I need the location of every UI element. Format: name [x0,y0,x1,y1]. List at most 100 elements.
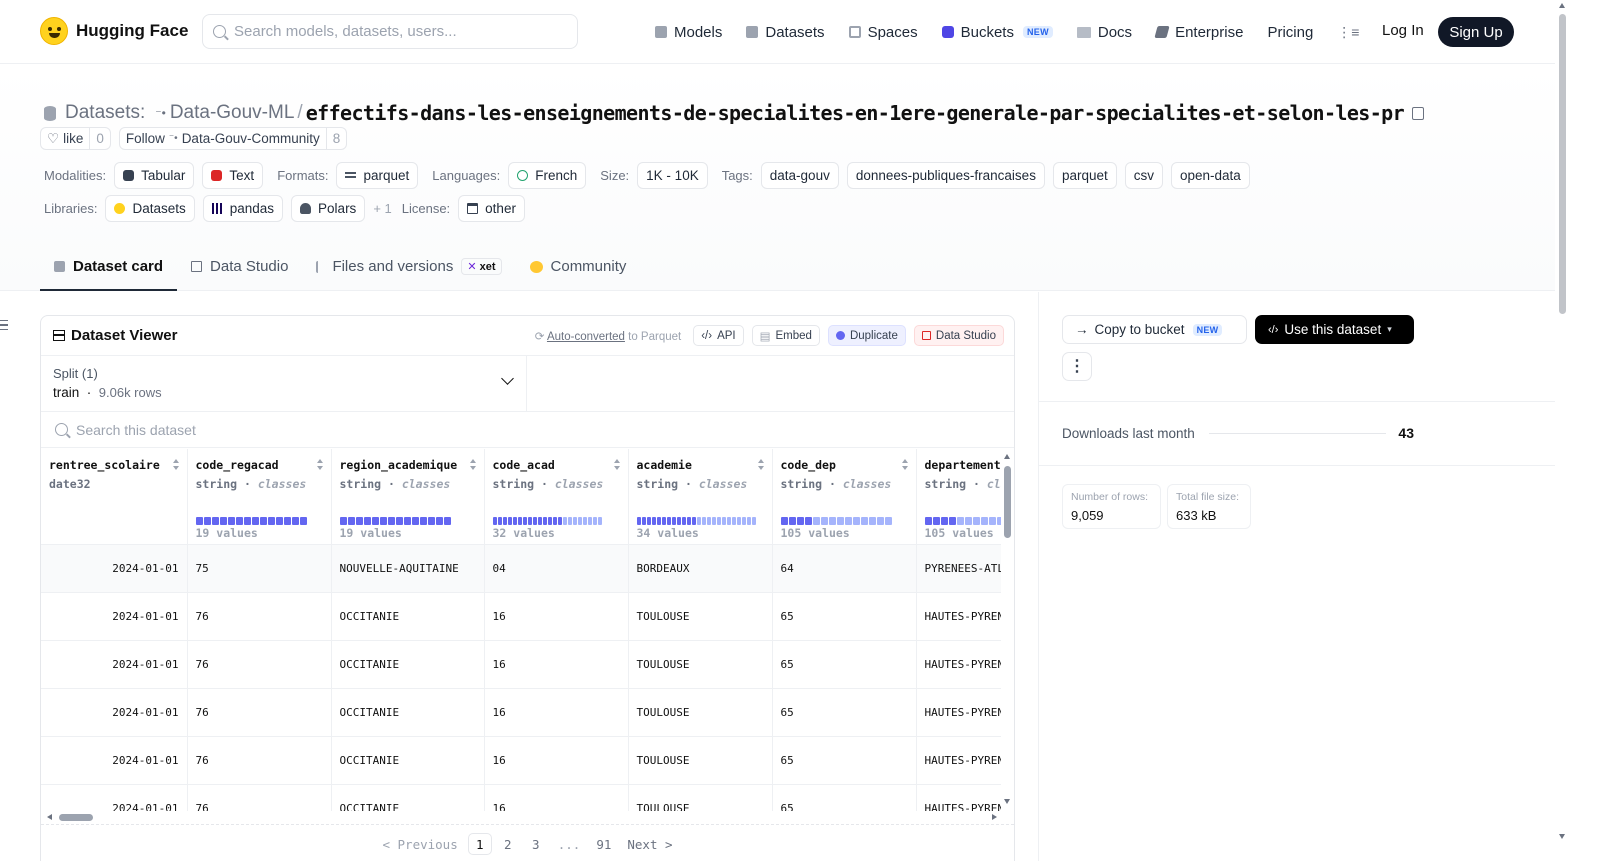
tag-csv[interactable]: csv [1124,161,1163,189]
api-button[interactable]: ‹/› API [693,325,744,346]
table-cell: 76 [187,640,332,689]
downloads-sparkline [1208,432,1387,434]
table-row[interactable]: 2024-01-01 76 OCCITANIE 16 TOULOUSE 65 HAUTES-… [41,640,1001,689]
page-scroll-thumb[interactable] [1559,14,1566,314]
metadata-row-1: Modalities: Tabular Text Formats: parque… [44,161,1258,189]
tag-data-gouv[interactable]: data-gouv [760,161,839,189]
dataset-search-input[interactable] [76,421,476,438]
table-row[interactable]: 2024-01-01 76 OCCITANIE 16 TOULOUSE 65 HAUTES-… [41,736,1001,785]
tag-size[interactable]: 1K - 10K [637,161,708,189]
embed-button[interactable]: ▤ Embed [751,325,820,346]
global-search-input[interactable] [234,23,554,40]
column-header-code_dep[interactable]: code_dep string · classes 105 values [772,449,917,545]
column-histogram[interactable] [780,516,892,525]
duplicate-button[interactable]: Duplicate [827,325,906,346]
page-scrollbar[interactable] [1555,0,1570,861]
sort-icon[interactable] [469,459,477,470]
login-link[interactable]: Log In [1382,22,1424,39]
split-selector[interactable]: Split (1) train · 9.06k rows [41,356,527,412]
nav-pricing[interactable]: Pricing [1267,17,1313,47]
page-1-button[interactable]: 1 [467,833,492,855]
column-histogram[interactable] [924,516,1001,525]
column-header-academie[interactable]: academie string · classes 34 values [628,449,773,545]
column-name: region_academique [339,458,458,472]
table-row[interactable]: 2024-01-01 76 OCCITANIE 16 TOULOUSE 65 HAUTES-… [41,784,1001,811]
tag-license[interactable]: other [458,194,525,222]
more-libraries[interactable]: + 1 [373,201,391,216]
tab-community[interactable]: Community [516,244,641,291]
data-studio-button[interactable]: Data Studio [913,325,1004,346]
tag-datasets-lib[interactable]: Datasets [105,194,195,222]
column-header-code_acad[interactable]: code_acad string · classes 32 values [484,449,629,545]
nav-buckets[interactable]: Buckets NEW [941,17,1053,47]
more-options-button[interactable]: ⋮ [1062,352,1092,381]
page-91-button[interactable]: 91 [590,833,617,855]
sort-icon[interactable] [613,459,621,470]
global-search[interactable] [202,14,578,49]
column-header-code_regacad[interactable]: code_regacad string · classes 19 values [187,449,332,545]
table-row[interactable]: 2024-01-01 76 OCCITANIE 16 TOULOUSE 65 HAUTES-… [41,688,1001,737]
tag-text[interactable]: Text [202,161,264,189]
nav-spaces[interactable]: Spaces [848,17,918,47]
previous-page-button[interactable]: < Previous [376,833,463,855]
auto-converted-link[interactable]: Auto-converted [547,331,625,343]
sort-icon[interactable] [316,459,324,470]
downloads-label: Downloads last month [1062,425,1195,441]
nav-datasets[interactable]: Datasets [746,17,825,47]
tag-parquet[interactable]: parquet [1052,161,1117,189]
sort-icon[interactable] [757,459,765,470]
column-header-departement[interactable]: departement string · classes 105 values [916,449,1001,545]
nav-docs[interactable]: Docs [1076,17,1132,47]
column-header-rentree_scolaire[interactable]: rentree_scolaire date32 [41,449,188,545]
table-cell: 16 [484,688,629,737]
table-cell: PYRENEES-ATLANTIQUES [916,544,1001,593]
viewer-title: Dataset Viewer [53,327,177,344]
sidebar-toggle-icon[interactable] [0,320,8,330]
scroll-thumb[interactable] [1004,466,1011,538]
text-icon [211,169,223,181]
tag-tabular[interactable]: Tabular [114,161,195,189]
like-count: 0 [89,128,110,149]
owner-link[interactable]: Data-Gouv-ML [170,102,295,124]
copy-icon[interactable] [1412,106,1425,120]
tag-polars[interactable]: Polars [291,194,366,222]
page-2-button[interactable]: 2 [496,833,520,855]
globe-icon [517,169,529,181]
copy-to-bucket-button[interactable]: → Copy to bucket NEW [1062,315,1247,344]
tag-open-data[interactable]: open-data [1171,161,1250,189]
use-this-dataset-button[interactable]: ‹/› Use this dataset ▾ [1255,315,1414,344]
tag-parquet-format[interactable]: parquet [336,161,419,189]
like-button[interactable]: ♡ like 0 [40,127,111,150]
dataset-name-link[interactable]: effectifs-dans-les-enseignements-de-spec… [306,101,1405,125]
scroll-thumb[interactable] [59,814,93,821]
tag-donnees-publiques[interactable]: donnees-publiques-francaises [846,161,1045,189]
tab-data-studio[interactable]: Data Studio [177,244,302,291]
dataset-search[interactable] [41,412,1014,448]
table-horizontal-scrollbar[interactable] [47,812,997,822]
column-histogram[interactable] [339,516,451,525]
nav-enterprise[interactable]: Enterprise [1154,17,1243,47]
signup-button[interactable]: Sign Up [1438,17,1514,47]
column-histogram[interactable] [636,516,756,525]
tab-dataset-card[interactable]: Dataset card [40,244,178,291]
sort-icon[interactable] [901,459,909,470]
tag-french[interactable]: French [508,161,587,189]
column-histogram[interactable] [492,516,602,525]
parquet-icon [345,172,357,178]
nav-models[interactable]: Models [655,17,722,47]
sort-icon[interactable] [172,459,180,470]
table-cell: 2024-01-01 [41,784,188,811]
column-header-region_academique[interactable]: region_academique string · classes 19 valu… [331,449,485,545]
rows-label: Number of rows: [1071,491,1149,503]
more-menu-icon[interactable]: ⋮≡ [1337,24,1359,41]
table-vertical-scrollbar[interactable] [1003,454,1012,804]
next-page-button[interactable]: Next > [621,833,678,855]
follow-button[interactable]: Follow ⁻• Data-Gouv-Community 8 [118,127,348,150]
page-3-button[interactable]: 3 [524,833,548,855]
tab-files-and-versions[interactable]: Files and versions ✕ xet [302,244,515,291]
brand-logo[interactable]: Hugging Face [40,17,188,45]
table-row[interactable]: 2024-01-01 75 NOUVELLE-AQUITAINE 04 BORDEAUX… [41,544,1001,593]
column-histogram[interactable] [195,516,307,525]
table-row[interactable]: 2024-01-01 76 OCCITANIE 16 TOULOUSE 65 HAUTES-… [41,592,1001,641]
tag-pandas[interactable]: pandas [202,194,284,222]
